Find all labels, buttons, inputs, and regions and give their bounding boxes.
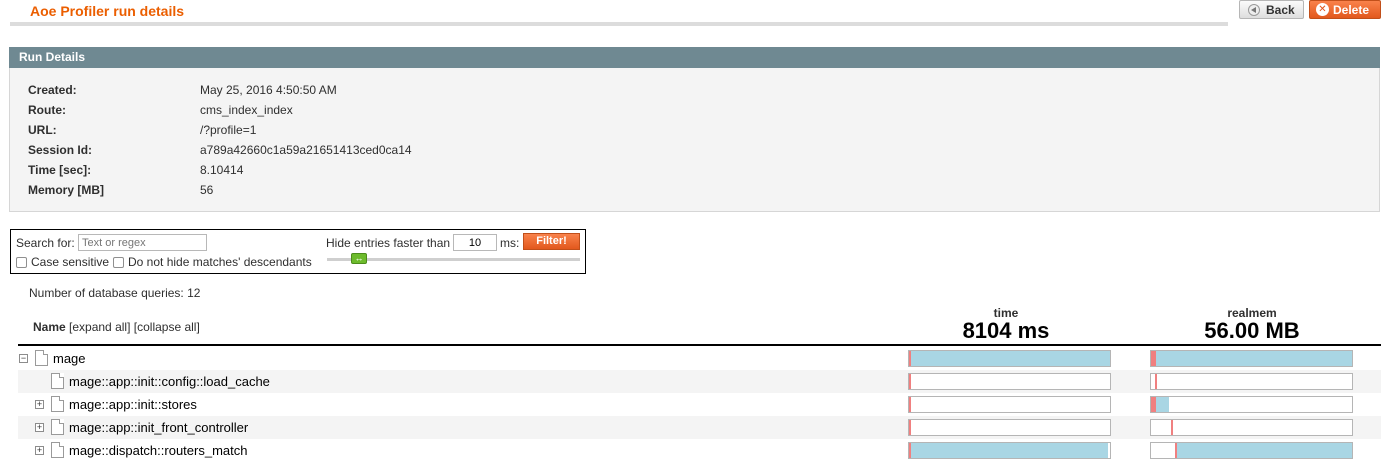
run-details-panel: Created: May 25, 2016 4:50:50 AM Route: … (9, 68, 1380, 212)
tree-row[interactable]: + mage::dispatch::routers_match (18, 439, 1381, 462)
document-icon (51, 373, 64, 389)
time-bar-mark (909, 420, 911, 435)
back-button[interactable]: Back (1239, 0, 1304, 19)
time-column-header: time 8104 ms (906, 306, 1106, 342)
row-label: mage (53, 351, 86, 366)
detail-value: 8.10414 (200, 163, 244, 177)
collapse-all-link[interactable]: [collapse all] (134, 320, 200, 334)
time-bar-fill (911, 443, 1108, 458)
time-bar-mark (909, 374, 911, 389)
realmem-bar (1150, 396, 1353, 413)
filter-button[interactable]: Filter! (523, 233, 580, 250)
realmem-bar-mark (1151, 397, 1156, 412)
name-label: Name (33, 320, 66, 334)
document-icon (51, 442, 64, 458)
name-column-header: Name [expand all] [collapse all] (33, 320, 200, 334)
time-bar (908, 373, 1111, 390)
expand-toggle-icon[interactable]: + (35, 400, 44, 409)
realmem-bar (1150, 350, 1353, 367)
time-total: 8104 ms (962, 318, 1050, 343)
row-label: mage::app::init::stores (69, 397, 197, 412)
descendants-label: Do not hide matches' descendants (128, 255, 312, 269)
hide-threshold-label: Hide entries faster than (326, 236, 451, 250)
time-bar-mark (909, 443, 911, 458)
case-sensitive-checkbox[interactable] (16, 257, 27, 268)
realmem-bar-mark (1175, 443, 1177, 458)
db-query-count: Number of database queries: 12 (29, 286, 201, 300)
header-divider (10, 22, 1228, 26)
detail-value: 56 (200, 183, 214, 197)
detail-label: Time [sec]: (28, 163, 92, 177)
tree-row[interactable]: mage::app::init::config::load_cache (18, 370, 1381, 393)
expand-all-link[interactable]: [expand all] (69, 320, 130, 334)
expand-toggle-icon[interactable]: + (35, 446, 44, 455)
document-icon (51, 396, 64, 412)
time-bar (908, 419, 1111, 436)
time-bar (908, 396, 1111, 413)
detail-label: URL: (28, 123, 57, 137)
search-label: Search for: (16, 236, 75, 250)
threshold-input[interactable] (453, 234, 497, 251)
realmem-bar-fill (1177, 443, 1352, 458)
detail-label: Memory [MB] (28, 183, 105, 197)
realmem-bar-fill (1153, 351, 1352, 366)
expand-toggle-icon[interactable]: + (35, 423, 44, 432)
tree-row[interactable]: + mage::app::init_front_controller (18, 416, 1381, 439)
detail-label: Created: (28, 83, 77, 97)
back-arrow-icon (1248, 3, 1260, 16)
detail-value: cms_index_index (200, 103, 293, 117)
time-bar (908, 442, 1111, 459)
time-bar-fill (911, 351, 1110, 366)
detail-value: /?profile=1 (200, 123, 257, 137)
table-header-divider (18, 344, 1381, 346)
document-icon (35, 350, 48, 366)
delete-button-label: Delete (1333, 2, 1370, 17)
detail-label: Session Id: (28, 143, 93, 157)
realmem-column-header: realmem 56.00 MB (1152, 306, 1352, 342)
realmem-bar (1150, 442, 1353, 459)
delete-button[interactable]: ✕ Delete (1309, 0, 1381, 19)
tree-row[interactable]: − mage (18, 347, 1381, 370)
realmem-bar (1150, 419, 1353, 436)
back-button-label: Back (1266, 2, 1295, 17)
tree-row[interactable]: + mage::app::init::stores (18, 393, 1381, 416)
document-icon (51, 419, 64, 435)
row-label: mage::app::init_front_controller (69, 420, 249, 435)
detail-label: Route: (28, 103, 66, 117)
row-label: mage::dispatch::routers_match (69, 443, 248, 458)
realmem-bar-mark (1171, 420, 1173, 435)
search-input[interactable] (78, 234, 207, 251)
detail-value: May 25, 2016 4:50:50 AM (200, 83, 337, 97)
time-bar-mark (909, 397, 911, 412)
time-bar-mark (909, 351, 911, 366)
filter-panel: Search for: Case sensitive Do not hide m… (10, 229, 586, 274)
row-label: mage::app::init::config::load_cache (69, 374, 270, 389)
delete-x-icon: ✕ (1316, 3, 1329, 16)
collapse-toggle-icon[interactable]: − (19, 354, 28, 363)
page-title: Aoe Profiler run details (30, 3, 185, 19)
realmem-bar (1150, 373, 1353, 390)
detail-value: a789a42660c1a59a21651413ced0ca14 (200, 143, 412, 157)
ms-unit-label: ms: (500, 236, 520, 250)
threshold-slider-handle[interactable]: ↔ (351, 253, 367, 264)
realmem-bar-mark (1155, 374, 1157, 389)
descendants-checkbox[interactable] (113, 257, 124, 268)
realmem-bar-mark (1151, 351, 1156, 366)
run-details-header: Run Details (9, 47, 1380, 68)
time-bar (908, 350, 1111, 367)
realmem-total: 56.00 MB (1204, 318, 1300, 343)
case-sensitive-label: Case sensitive (31, 255, 110, 269)
